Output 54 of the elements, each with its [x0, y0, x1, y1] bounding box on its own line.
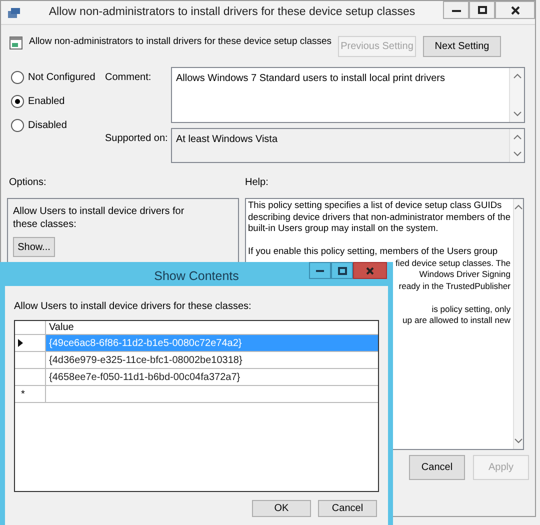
- app-icon: [7, 6, 21, 18]
- close-icon: [510, 6, 520, 14]
- policy-title: Allow non-administrators to install drivers for these device setup classes: [29, 35, 332, 49]
- state-radio[interactable]: Disabled: [11, 118, 105, 133]
- help-text: If you enable this policy setting, members of the Users group: [248, 246, 498, 258]
- help-text: up are allowed to install new: [402, 315, 510, 326]
- maximize-icon: [338, 266, 346, 274]
- help-text: This policy setting specifies a list of device setup class GUIDs: [248, 200, 502, 212]
- setting-nav-button[interactable]: Next Setting: [423, 36, 501, 57]
- dialog-prompt: Allow Users to install device drivers for these classes:: [14, 300, 252, 314]
- minimize-button[interactable]: [443, 1, 469, 19]
- scroll-up-icon[interactable]: [512, 72, 522, 81]
- options-label: Options:: [9, 176, 48, 190]
- help-text: ready in the TrustedPublisher: [398, 280, 510, 292]
- dialog-button[interactable]: OK: [252, 500, 311, 517]
- scroll-down-icon[interactable]: [514, 436, 523, 445]
- scrollbar[interactable]: [509, 129, 524, 162]
- scrollbar[interactable]: [512, 199, 523, 449]
- help-text: built-in Users group may install on the system.: [248, 223, 438, 234]
- window-title: Allow non-administrators to install drivers for these device setup classes: [48, 4, 416, 20]
- state-radio[interactable]: Enabled: [11, 94, 105, 109]
- policy-icon: [9, 36, 23, 50]
- comment-label: Comment:: [105, 71, 152, 85]
- supported-on-label: Supported on:: [105, 132, 169, 146]
- help-label: Help:: [245, 176, 268, 190]
- supported-on-field: At least Windows Vista: [171, 128, 525, 163]
- scroll-down-icon[interactable]: [512, 149, 522, 158]
- comment-field[interactable]: Allows Windows 7 Standard users to install local print drivers: [171, 67, 525, 123]
- value-cell[interactable]: {4658ee7e-f050-11d1-b6bd-00c04fa372a7}: [46, 369, 378, 385]
- help-text: is policy setting, only: [432, 304, 510, 315]
- state-radio[interactable]: Not Configured: [11, 70, 105, 85]
- dialog-title: Show Contents: [154, 268, 239, 285]
- scroll-down-icon[interactable]: [512, 109, 522, 118]
- minimize-icon: [452, 8, 460, 12]
- value-cell[interactable]: {4d36e979-e325-11ce-bfc1-08002be10318}: [46, 352, 378, 368]
- minimize-button[interactable]: [309, 262, 331, 279]
- help-text: fied device setup classes. The: [396, 258, 510, 269]
- help-text: Windows Driver Signing: [419, 269, 510, 280]
- options-text: Allow Users to install device drivers for these classes:: [13, 205, 186, 231]
- dialog-button[interactable]: Cancel: [409, 455, 465, 480]
- close-icon: [366, 266, 374, 274]
- scroll-up-icon[interactable]: [512, 133, 522, 142]
- minimize-icon: [316, 269, 324, 272]
- maximize-button[interactable]: [469, 1, 495, 19]
- current-row-icon: [18, 339, 23, 347]
- close-button[interactable]: [495, 1, 535, 19]
- maximize-button[interactable]: [331, 262, 353, 279]
- scroll-up-icon[interactable]: [514, 203, 523, 212]
- maximize-icon: [478, 6, 486, 14]
- show-button[interactable]: Show...: [13, 237, 55, 257]
- scrollbar[interactable]: [509, 68, 524, 122]
- column-header[interactable]: Value: [46, 321, 378, 334]
- dialog-button[interactable]: Cancel: [318, 500, 377, 517]
- help-text: describing device drivers that non-administrator members of the: [248, 212, 510, 223]
